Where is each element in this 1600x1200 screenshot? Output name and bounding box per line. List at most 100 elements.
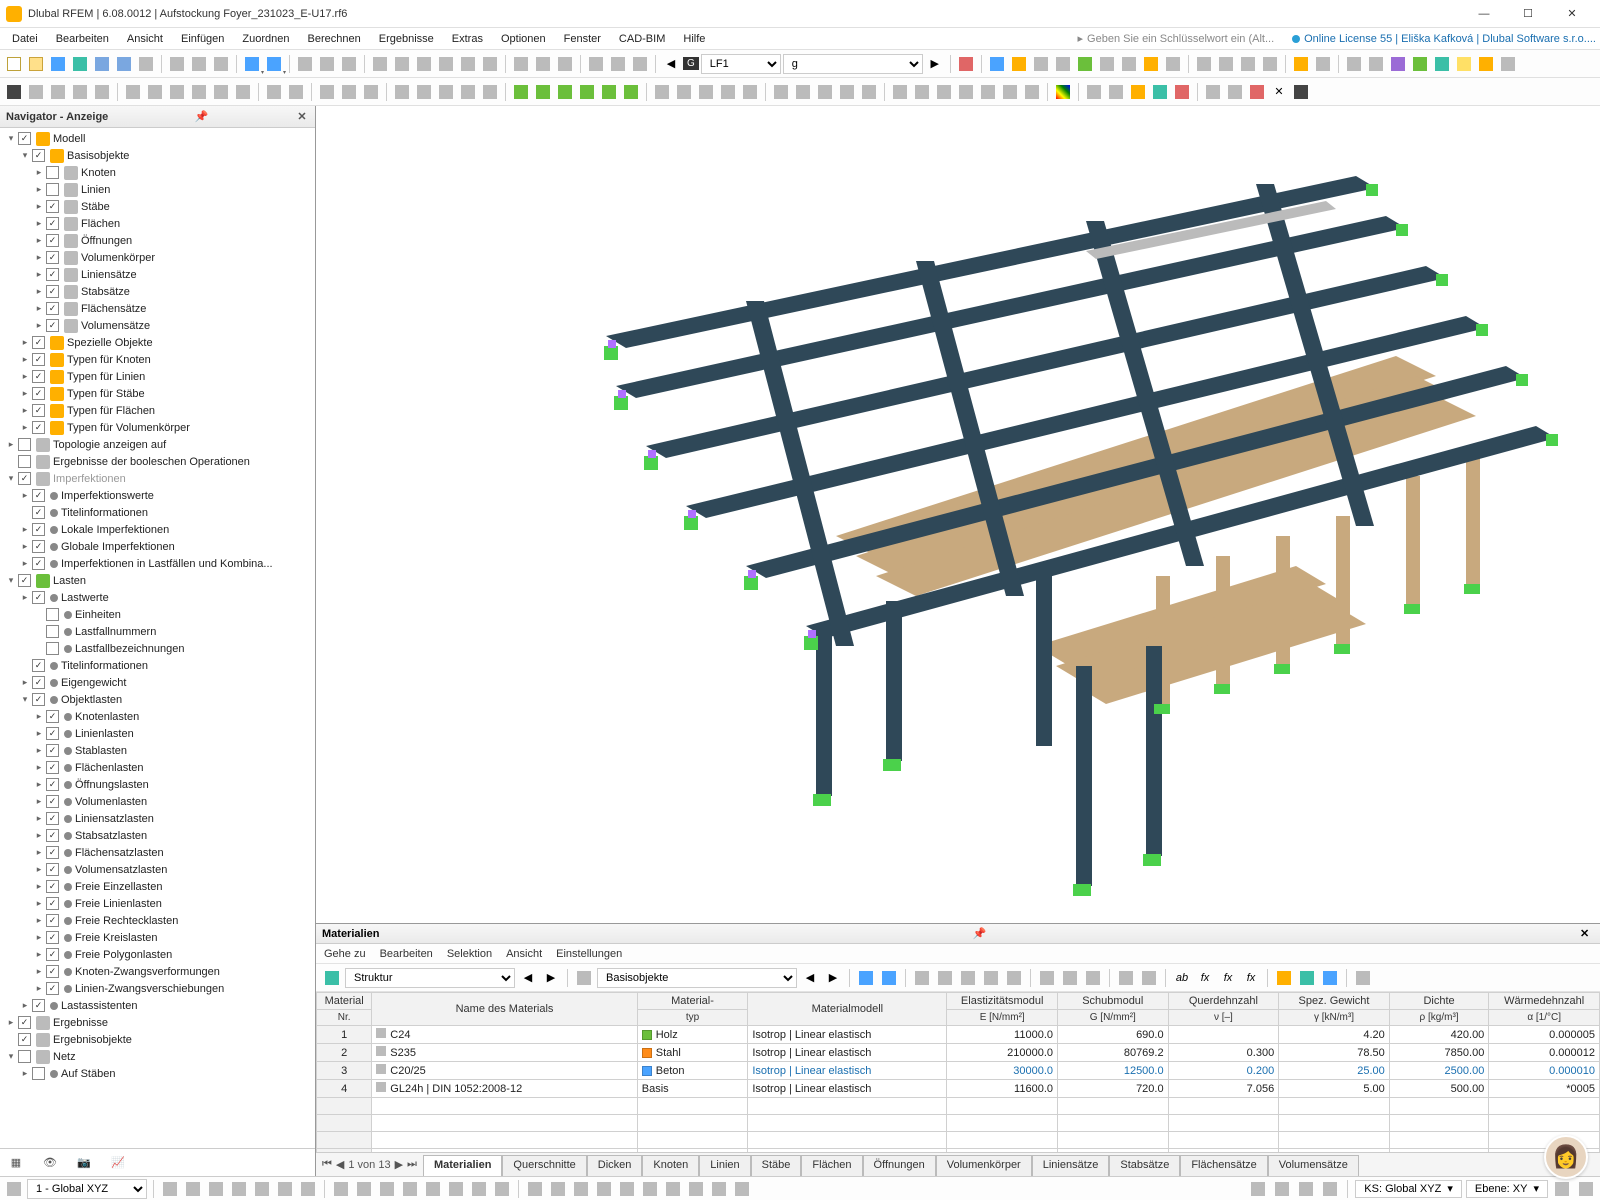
row-e[interactable]: 11600.0 (947, 1080, 1058, 1098)
tree-item-30[interactable]: Lastfallbezeichnungen (4, 640, 315, 657)
row-a[interactable]: 0.000012 (1489, 1044, 1600, 1062)
tree-checkbox[interactable] (46, 319, 59, 332)
pager-last-button[interactable]: ⏭ (407, 1158, 417, 1171)
sb-7[interactable] (298, 1179, 318, 1199)
tree-checkbox[interactable] (32, 149, 45, 162)
mod-6-button[interactable] (1000, 82, 1020, 102)
draw-7-button[interactable] (264, 82, 284, 102)
tree-twisty-icon[interactable]: ▸ (32, 778, 46, 792)
row-model[interactable]: Isotrop | Linear elastisch (748, 1080, 947, 1098)
tool-19-button[interactable] (1410, 54, 1430, 74)
tree-checkbox[interactable] (32, 336, 45, 349)
tree-checkbox[interactable] (46, 914, 59, 927)
dock-edit-1-button[interactable] (1037, 968, 1057, 988)
tree-twisty-icon[interactable]: ▸ (32, 234, 46, 248)
close-button[interactable]: ✕ (1550, 0, 1594, 28)
tree-checkbox[interactable] (32, 523, 45, 536)
menu-fenster[interactable]: Fenster (556, 31, 609, 47)
row-name[interactable]: S235 (372, 1044, 637, 1062)
tree-twisty-icon[interactable] (18, 506, 32, 520)
tree-checkbox[interactable] (32, 659, 45, 672)
row-e[interactable]: 30000.0 (947, 1062, 1058, 1080)
edit-2-button[interactable] (674, 82, 694, 102)
dock-tab-liniensätze[interactable]: Liniensätze (1032, 1155, 1110, 1176)
tool-14-button[interactable] (1291, 54, 1311, 74)
tree-checkbox[interactable] (46, 829, 59, 842)
sb-snap-2[interactable] (1272, 1179, 1292, 1199)
tree-twisty-icon[interactable]: ▸ (18, 370, 32, 384)
tree-item-42[interactable]: ▸Flächensatzlasten (4, 844, 315, 861)
status-cs-select[interactable]: 1 - Global XYZ (27, 1179, 147, 1199)
tree-item-51[interactable]: ▸Lastassistenten (4, 997, 315, 1014)
tree-item-33[interactable]: ▾Objektlasten (4, 691, 315, 708)
dock-edit-2-button[interactable] (1060, 968, 1080, 988)
tree-twisty-icon[interactable]: ▸ (32, 200, 46, 214)
edit-1-button[interactable] (652, 82, 672, 102)
tool-20-button[interactable] (1432, 54, 1452, 74)
hdr-y[interactable]: Spez. Gewicht (1279, 993, 1390, 1010)
menu-extras[interactable]: Extras (444, 31, 491, 47)
sb-9[interactable] (354, 1179, 374, 1199)
draw-4-button[interactable] (189, 82, 209, 102)
arrow-left-button[interactable]: ◀ (661, 54, 681, 74)
row-g[interactable]: 690.0 (1058, 1026, 1169, 1044)
tree-checkbox[interactable] (32, 1067, 45, 1080)
select-node-button[interactable] (26, 82, 46, 102)
tree-twisty-icon[interactable]: ▸ (32, 710, 46, 724)
sb-6[interactable] (275, 1179, 295, 1199)
edit-4-button[interactable] (718, 82, 738, 102)
tree-twisty-icon[interactable]: ▸ (18, 353, 32, 367)
sb-snap-4[interactable] (1320, 1179, 1340, 1199)
tree-item-45[interactable]: ▸Freie Linienlasten (4, 895, 315, 912)
tree-item-43[interactable]: ▸Volumensatzlasten (4, 861, 315, 878)
tree-item-54[interactable]: ▾Netz (4, 1048, 315, 1065)
tree-twisty-icon[interactable]: ▸ (32, 285, 46, 299)
tree-twisty-icon[interactable]: ▸ (32, 302, 46, 316)
pager-prev-button[interactable]: ◀ (336, 1158, 344, 1171)
tree-checkbox[interactable] (32, 557, 45, 570)
empty-row[interactable] (317, 1098, 1600, 1115)
hdr-nr-b[interactable]: Nr. (317, 1010, 372, 1026)
row-g[interactable]: 80769.2 (1058, 1044, 1169, 1062)
cursor-button[interactable] (4, 82, 24, 102)
mod-5-button[interactable] (978, 82, 998, 102)
row-e[interactable]: 11000.0 (947, 1026, 1058, 1044)
tree-checkbox[interactable] (46, 880, 59, 893)
dock-struktur-select[interactable]: Struktur (345, 968, 515, 988)
hdr-a-b[interactable]: α [1/°C] (1489, 1010, 1600, 1026)
grid-3-button[interactable] (1128, 82, 1148, 102)
tree-item-25[interactable]: ▸Imperfektionen in Lastfällen und Kombin… (4, 555, 315, 572)
tree-twisty-icon[interactable]: ▸ (18, 557, 32, 571)
status-cs-icon[interactable] (4, 1179, 24, 1199)
dock-sel-2-button[interactable] (879, 968, 899, 988)
dock-edit-4-button[interactable] (1116, 968, 1136, 988)
tool-23-button[interactable] (1498, 54, 1518, 74)
tree-item-7[interactable]: ▸Volumenkörper (4, 249, 315, 266)
load-b-button[interactable] (533, 54, 553, 74)
tree-twisty-icon[interactable]: ▸ (18, 489, 32, 503)
select-line-button[interactable] (48, 82, 68, 102)
dock-grid-4-button[interactable] (981, 968, 1001, 988)
misc-3-button[interactable] (1247, 82, 1267, 102)
tree-twisty-icon[interactable]: ▸ (18, 540, 32, 554)
tree-checkbox[interactable] (32, 591, 45, 604)
sb-snap-1[interactable] (1248, 1179, 1268, 1199)
tree-item-12[interactable]: ▸Spezielle Objekte (4, 334, 315, 351)
mod-3-button[interactable] (934, 82, 954, 102)
tree-checkbox[interactable] (46, 846, 59, 859)
tool-18-button[interactable] (1388, 54, 1408, 74)
tool-17-button[interactable] (1366, 54, 1386, 74)
tool-16-button[interactable] (1344, 54, 1364, 74)
navigator-close-button[interactable]: ✕ (295, 110, 309, 124)
select-member-button[interactable] (70, 82, 90, 102)
tree-checkbox[interactable] (18, 472, 31, 485)
draw-16-button[interactable] (480, 82, 500, 102)
dock-fx-4-button[interactable]: fx (1241, 968, 1261, 988)
save-all-button[interactable] (114, 54, 134, 74)
dock-unit-2-button[interactable] (1297, 968, 1317, 988)
tree-item-37[interactable]: ▸Flächenlasten (4, 759, 315, 776)
dock-tab-volumensätze[interactable]: Volumensätze (1268, 1155, 1359, 1176)
load-2-button[interactable] (533, 82, 553, 102)
row-typ[interactable]: Holz (637, 1026, 748, 1044)
tree-twisty-icon[interactable]: ▸ (32, 744, 46, 758)
